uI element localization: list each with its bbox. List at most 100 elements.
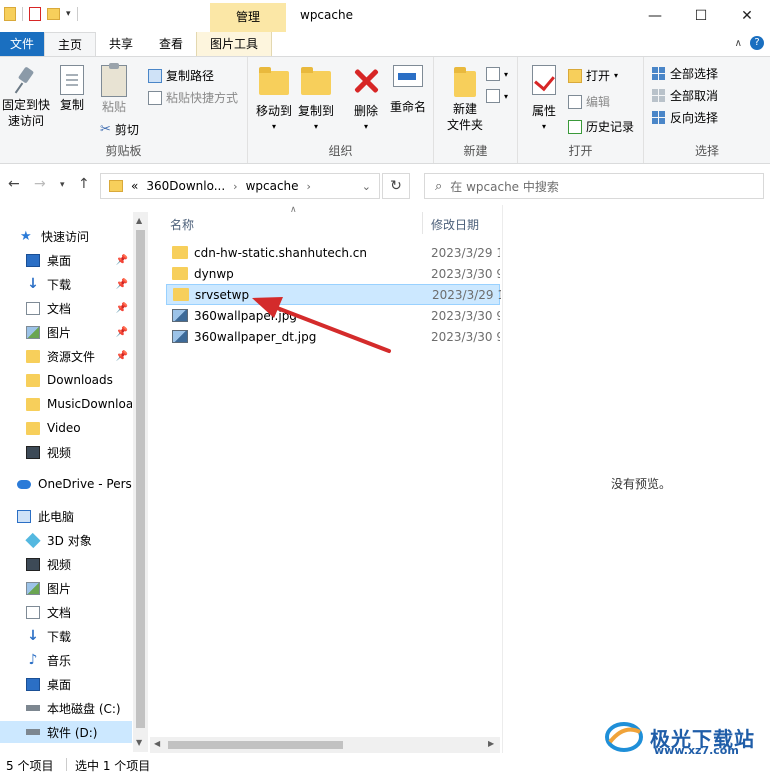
nav-item-video[interactable]: Video	[0, 417, 132, 439]
minimize-button[interactable]: —	[632, 0, 678, 32]
nav-pc-drive-c[interactable]: 本地磁盘 (C:)	[0, 697, 132, 719]
chevron-down-icon[interactable]: ▾	[60, 180, 65, 190]
nav-pc-music[interactable]: ♪ 音乐	[0, 649, 132, 671]
nav-pc-pictures[interactable]: 图片	[0, 577, 132, 599]
file-row[interactable]: cdn-hw-static.shanhutech.cn 2023/3/29 1	[166, 242, 500, 263]
easy-access-button[interactable]: ▾	[486, 89, 508, 103]
history-button[interactable]: 历史记录	[568, 118, 634, 135]
chevron-down-icon: ▾	[313, 122, 318, 131]
select-none-button[interactable]: 全部取消	[652, 87, 718, 104]
column-divider[interactable]	[422, 212, 423, 234]
easy-access-icon	[486, 89, 500, 103]
tab-view[interactable]: 查看	[146, 32, 196, 56]
tab-home[interactable]: 主页	[44, 32, 97, 56]
open-button[interactable]: 打开 ▾	[568, 67, 618, 84]
copy-button[interactable]: 复制	[54, 65, 90, 113]
watermark-logo-icon	[604, 720, 644, 754]
nav-quick-access[interactable]: ★ 快速访问	[0, 225, 132, 247]
nav-pc-documents[interactable]: 文档	[0, 601, 132, 623]
paste-label: 粘贴	[101, 100, 126, 114]
nav-label: 视频	[47, 445, 72, 460]
invert-selection-button[interactable]: 反向选择	[652, 109, 718, 126]
nav-onedrive[interactable]: OneDrive - Personal	[0, 473, 132, 495]
search-input[interactable]: ⌕ 在 wpcache 中搜索	[424, 173, 764, 199]
chevron-right-icon[interactable]: ›	[307, 180, 311, 193]
chevron-down-icon[interactable]: ▾	[66, 9, 71, 19]
back-arrow-icon[interactable]: ←	[8, 176, 20, 192]
rename-button[interactable]: 重命名	[386, 65, 430, 115]
file-row[interactable]: dynwp 2023/3/30 9	[166, 263, 500, 284]
status-selected-count: 选中 1 个项目	[75, 759, 151, 773]
properties-button[interactable]: 属性 ▾	[526, 65, 562, 135]
paste-button[interactable]: 粘贴	[96, 63, 132, 115]
nav-item-musicdownload[interactable]: MusicDownload	[0, 393, 132, 415]
nav-pc-desktop[interactable]: 桌面	[0, 673, 132, 695]
tab-file[interactable]: 文件	[0, 32, 44, 56]
close-button[interactable]: ✕	[724, 0, 770, 32]
pin-label-2: 速访问	[7, 114, 44, 128]
forward-arrow-icon[interactable]: →	[34, 176, 46, 192]
nav-item-pictures[interactable]: 图片 📌	[0, 321, 132, 343]
scroll-down-icon[interactable]: ▼	[136, 738, 142, 747]
new-folder-button[interactable]: 新建 文件夹	[440, 65, 490, 133]
cut-button[interactable]: ✂ 剪切	[100, 121, 139, 138]
breadcrumb-item[interactable]: wpcache	[246, 179, 299, 193]
scroll-right-icon[interactable]: ▶	[488, 739, 494, 748]
refresh-button[interactable]: ↻	[382, 173, 410, 199]
nav-item-resources[interactable]: 资源文件 📌	[0, 345, 132, 367]
scrollbar-thumb[interactable]	[136, 230, 145, 728]
open-icon	[568, 68, 582, 83]
copy-path-button[interactable]: 复制路径	[148, 67, 214, 84]
nav-item-documents[interactable]: 文档 📌	[0, 297, 132, 319]
tab-picture-tools[interactable]: 图片工具	[196, 32, 273, 56]
scroll-left-icon[interactable]: ◀	[154, 739, 160, 748]
file-row[interactable]: 360wallpaper.jpg 2023/3/30 9	[166, 305, 500, 326]
new-item-button[interactable]: ▾	[486, 67, 508, 81]
edit-button[interactable]: 编辑	[568, 93, 610, 110]
column-header-name[interactable]: 名称	[170, 216, 194, 233]
copy-to-button[interactable]: 复制到 ▾	[296, 65, 336, 135]
help-icon[interactable]: ?	[750, 36, 764, 50]
nav-pc-3d[interactable]: 3D 对象	[0, 529, 132, 551]
select-all-button[interactable]: 全部选择	[652, 65, 718, 82]
nav-item-videos-cn[interactable]: 视频	[0, 441, 132, 463]
paste-shortcut-label: 粘贴快捷方式	[166, 91, 239, 105]
delete-button[interactable]: 删除 ▾	[346, 65, 386, 135]
nav-this-pc[interactable]: 此电脑	[0, 505, 132, 527]
list-horizontal-scrollbar[interactable]: ◀ ▶	[150, 737, 500, 753]
up-arrow-icon[interactable]: ↑	[78, 176, 90, 192]
file-row[interactable]: 360wallpaper_dt.jpg 2023/3/30 9	[166, 326, 500, 347]
address-bar[interactable]: « 360Downlo... › wpcache › ⌄	[100, 173, 380, 199]
chevron-right-icon[interactable]: ›	[233, 180, 237, 193]
nav-item-downloads[interactable]: Downloads	[0, 369, 132, 391]
new-folder-icon[interactable]	[47, 8, 60, 20]
scroll-up-icon[interactable]: ▲	[136, 216, 142, 225]
tab-share[interactable]: 共享	[96, 32, 146, 56]
properties-icon	[532, 65, 556, 95]
paste-shortcut-button[interactable]: 粘贴快捷方式	[148, 89, 238, 106]
new-item-icon	[486, 67, 500, 81]
nav-pc-videos[interactable]: 视频	[0, 553, 132, 575]
invert-selection-label: 反向选择	[670, 111, 719, 125]
folder-icon	[109, 180, 123, 192]
chevron-down-icon: ▾	[504, 69, 509, 79]
chevron-down-icon[interactable]: ⌄	[362, 180, 371, 193]
properties-icon[interactable]	[29, 7, 41, 21]
nav-pc-drive-d[interactable]: 软件 (D:)	[0, 721, 132, 743]
scrollbar-thumb[interactable]	[168, 741, 343, 749]
column-header-date[interactable]: 修改日期	[431, 216, 479, 233]
nav-item-downloads-cn[interactable]: ↓ 下载 📌	[0, 273, 132, 295]
maximize-button[interactable]: ☐	[678, 0, 724, 32]
move-to-button[interactable]: 移动到 ▾	[254, 65, 294, 135]
file-row-selected[interactable]: srvsetwp 2023/3/29 1	[166, 284, 501, 305]
folder-icon	[4, 7, 16, 21]
breadcrumb-item[interactable]: 360Downlo...	[146, 179, 225, 193]
breadcrumb-overflow[interactable]: «	[131, 179, 138, 193]
pin-icon: 📌	[115, 350, 128, 362]
nav-item-desktop[interactable]: 桌面 📌	[0, 249, 132, 271]
desktop-icon	[26, 677, 40, 691]
nav-pc-downloads[interactable]: ↓ 下载	[0, 625, 132, 647]
chevron-up-icon[interactable]: ∧	[735, 38, 742, 49]
pin-quick-access-button[interactable]: 固定到快 速访问	[2, 65, 50, 129]
nav-scrollbar[interactable]: ▲ ▼	[133, 212, 148, 752]
